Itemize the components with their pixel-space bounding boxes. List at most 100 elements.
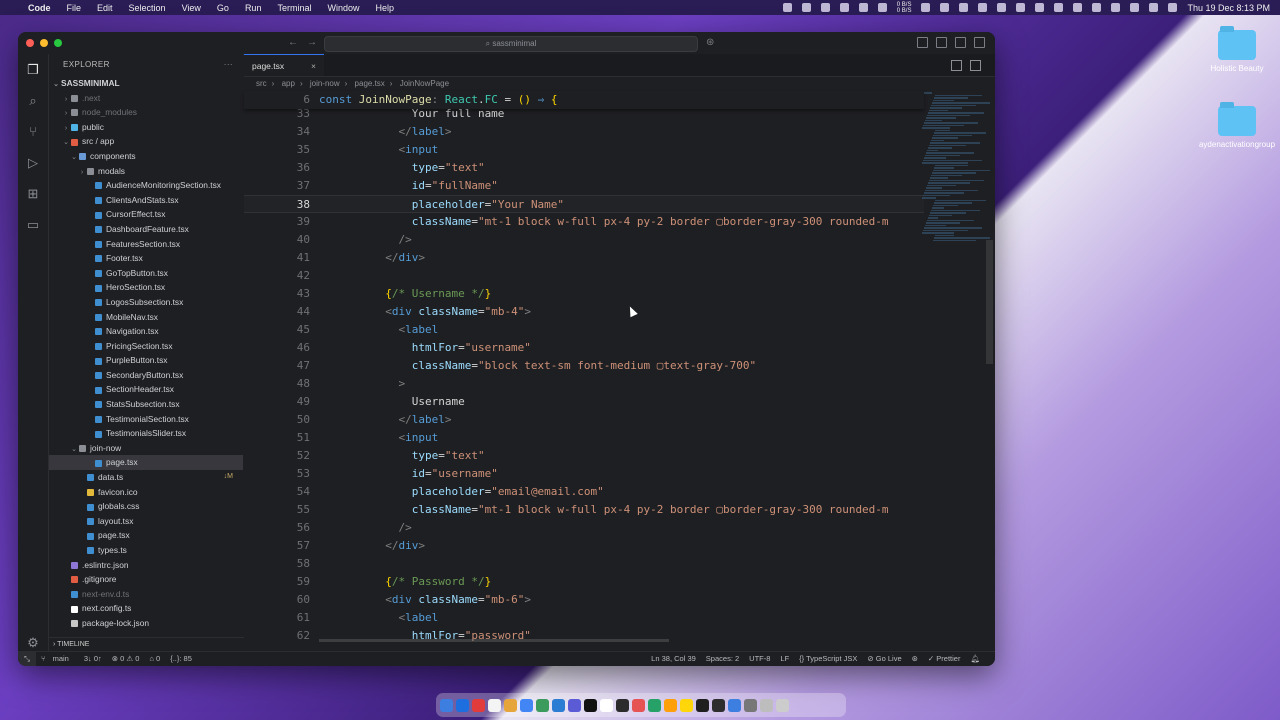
code-line[interactable]: 44 <div className="mb-4"> xyxy=(244,303,924,321)
menu-window[interactable]: Window xyxy=(319,3,367,13)
git-branch[interactable]: ⑂ main xyxy=(36,652,79,666)
dock-app-icon[interactable] xyxy=(776,698,789,712)
code-line[interactable]: 53 id="username" xyxy=(244,465,924,483)
file-tree-item[interactable]: SectionHeader.tsx xyxy=(49,382,243,397)
cursor-position[interactable]: Ln 38, Col 39 xyxy=(646,652,701,666)
menu-view[interactable]: View xyxy=(174,3,209,13)
dock-app-icon[interactable] xyxy=(744,698,757,712)
menu-run[interactable]: Run xyxy=(237,3,270,13)
keyboard-input-icon[interactable] xyxy=(1092,3,1102,12)
breadcrumb-item[interactable]: src xyxy=(256,79,267,88)
ports-count[interactable]: ⌂ 0 xyxy=(144,652,165,666)
spotlight-search-icon[interactable] xyxy=(1149,3,1159,12)
stop-icon[interactable] xyxy=(921,3,931,12)
dock-app-icon[interactable] xyxy=(728,698,741,712)
code-line[interactable]: 58 xyxy=(244,555,924,573)
file-tree-item[interactable]: types.ts xyxy=(49,543,243,558)
bluetooth-icon[interactable] xyxy=(997,3,1007,12)
minimize-window-button[interactable] xyxy=(40,39,48,47)
file-tree-item[interactable]: data.ts ↓M xyxy=(49,470,243,485)
scissors-icon[interactable] xyxy=(1035,3,1045,12)
file-tree-item[interactable]: HeroSection.tsx xyxy=(49,280,243,295)
vertical-scrollbar[interactable] xyxy=(986,240,993,364)
wifi-icon[interactable] xyxy=(1130,3,1140,12)
code-line[interactable]: 41 </div> xyxy=(244,249,924,267)
dock-app-icon[interactable] xyxy=(712,698,725,712)
run-debug-icon[interactable]: ▷ xyxy=(26,156,40,170)
file-tree-item[interactable]: DashboardFeature.tsx xyxy=(49,222,243,237)
file-tree-item[interactable]: Footer.tsx xyxy=(49,251,243,266)
file-tree-item[interactable]: TestimonialSection.tsx xyxy=(49,412,243,427)
desktop-folder-aydenactivationgroup[interactable]: aydenactivationgroup xyxy=(1197,102,1277,149)
more-editor-actions-icon[interactable] xyxy=(970,60,981,71)
encoding[interactable]: UTF-8 xyxy=(744,652,775,666)
code-line[interactable]: 55 className="mt-1 block w-full px-4 py-… xyxy=(244,501,924,519)
workspace-root[interactable]: ⌄ SASSMINIMAL xyxy=(49,76,243,91)
dock-app-icon[interactable] xyxy=(584,698,597,712)
menu-app-name[interactable]: Code xyxy=(20,3,59,13)
dock-app-icon[interactable] xyxy=(632,698,645,712)
problems-count[interactable]: ⊗ 0 ⚠ 0 xyxy=(107,652,145,666)
text-icon[interactable] xyxy=(877,3,887,12)
breadcrumb-item[interactable]: page.tsx xyxy=(355,79,385,88)
dock-app-icon[interactable] xyxy=(568,698,581,712)
breadcrumb-item[interactable]: JoinNowPage xyxy=(400,79,449,88)
git-sync-status[interactable]: 3↓ 0↑ xyxy=(79,652,107,666)
language-mode[interactable]: {} TypeScript JSX xyxy=(794,652,862,666)
code-line[interactable]: 49 Username xyxy=(244,393,924,411)
customize-layout-icon[interactable] xyxy=(917,37,928,48)
code-line[interactable]: 47 className="block text-sm font-medium … xyxy=(244,357,924,375)
play-icon[interactable] xyxy=(978,3,988,12)
settings-gear-icon[interactable]: ⚙ xyxy=(26,636,40,650)
file-tree-item[interactable]: › .next xyxy=(49,91,243,106)
code-line[interactable]: 34 </label> xyxy=(244,123,924,141)
menu-go[interactable]: Go xyxy=(209,3,237,13)
code-line[interactable]: 46 htmlFor="username" xyxy=(244,339,924,357)
code-line[interactable]: 60 <div className="mb-6"> xyxy=(244,591,924,609)
file-tree-item[interactable]: layout.tsx xyxy=(49,514,243,529)
menu-terminal[interactable]: Terminal xyxy=(269,3,319,13)
file-tree-item[interactable]: StatsSubsection.tsx xyxy=(49,397,243,412)
code-line[interactable]: 42 xyxy=(244,267,924,285)
dock-app-icon[interactable] xyxy=(760,698,773,712)
indentation[interactable]: Spaces: 2 xyxy=(701,652,744,666)
dock-app-icon[interactable] xyxy=(440,698,453,712)
desktop-folder-holistic-beauty[interactable]: Holistic Beauty xyxy=(1197,26,1277,73)
dock-app-icon[interactable] xyxy=(648,698,661,712)
copilot-icon[interactable]: ⊛ xyxy=(706,37,714,48)
extensions-icon[interactable]: ⊞ xyxy=(26,187,40,201)
battery-icon[interactable] xyxy=(1111,3,1121,12)
menu-file[interactable]: File xyxy=(59,3,90,13)
file-tree-item[interactable]: PricingSection.tsx xyxy=(49,339,243,354)
code-line[interactable]: 40 /> xyxy=(244,231,924,249)
file-tree-item[interactable]: TestimonialsSlider.tsx xyxy=(49,426,243,441)
end-of-line[interactable]: LF xyxy=(775,652,794,666)
dock-app-icon[interactable] xyxy=(456,698,469,712)
code-line[interactable]: 56 /> xyxy=(244,519,924,537)
file-tree-item[interactable]: page.tsx xyxy=(49,528,243,543)
code-line[interactable]: 37 id="fullName" xyxy=(244,177,924,195)
file-tree-item[interactable]: › public xyxy=(49,120,243,135)
copilot-status-icon[interactable]: ⊛ xyxy=(907,652,923,666)
notifications-bell-icon[interactable]: 🔔︎ xyxy=(965,652,985,666)
record-icon[interactable] xyxy=(782,3,792,12)
command-center-search[interactable]: ⌕ sassminimal xyxy=(324,36,698,52)
file-tree-item[interactable]: ClientsAndStats.tsx xyxy=(49,193,243,208)
dock-app-icon[interactable] xyxy=(696,698,709,712)
headphones-icon[interactable] xyxy=(1016,3,1026,12)
search-icon[interactable]: ⌕ xyxy=(26,94,40,108)
code-line[interactable]: 52 type="text" xyxy=(244,447,924,465)
zoom-window-button[interactable] xyxy=(54,39,62,47)
file-tree-item[interactable]: ⌄ components xyxy=(49,149,243,164)
code-line[interactable]: 54 placeholder="email@email.com" xyxy=(244,483,924,501)
file-tree-item[interactable]: favicon.ico xyxy=(49,485,243,500)
source-control-icon[interactable]: ⑂ xyxy=(26,125,40,139)
code-line[interactable]: 43 {/* Username */} xyxy=(244,285,924,303)
file-tree-item[interactable]: globals.css xyxy=(49,499,243,514)
code-line[interactable]: 59 {/* Password */} xyxy=(244,573,924,591)
dock-app-icon[interactable] xyxy=(472,698,485,712)
more-actions-icon[interactable]: ··· xyxy=(224,54,233,76)
dock-app-icon[interactable] xyxy=(520,698,533,712)
file-tree-item[interactable]: ⌄ join-now xyxy=(49,441,243,456)
explorer-icon[interactable]: ❐ xyxy=(26,63,40,77)
